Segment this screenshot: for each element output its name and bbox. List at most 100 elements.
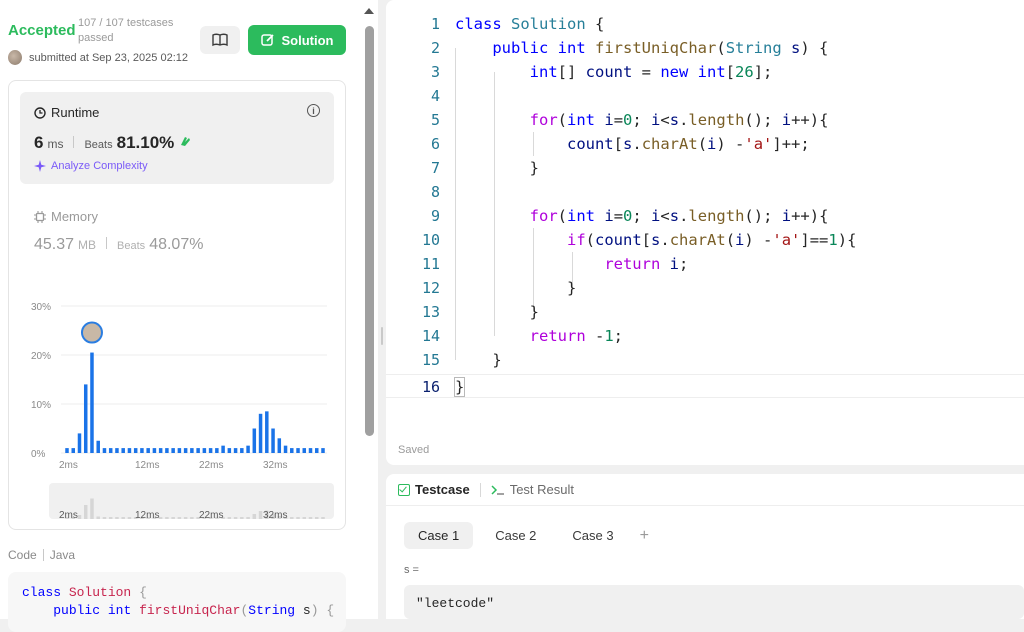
preview-kw: public <box>53 603 101 618</box>
chart-bar <box>83 384 88 453</box>
stats-card: Runtime i 6 ms Beats 81.10% Analyze Comp… <box>8 80 346 530</box>
code-label: Code Java <box>8 548 75 562</box>
code-line-current: 16} <box>386 374 1024 398</box>
chart-bar <box>177 448 182 453</box>
avatar[interactable] <box>8 50 22 65</box>
y-tick-label: 0% <box>31 449 46 460</box>
code-line: 15 } <box>421 351 502 369</box>
overview-bar <box>77 515 82 519</box>
overview-bar <box>190 517 194 519</box>
resize-grip[interactable] <box>381 327 383 345</box>
tab-test-result[interactable]: Test Result <box>491 482 574 497</box>
chart-bar <box>121 448 125 453</box>
edit-icon <box>260 34 274 46</box>
chart-bar <box>265 411 269 453</box>
tab-testcase[interactable]: Testcase <box>398 482 470 497</box>
chart-bar <box>252 428 257 453</box>
code-editor[interactable]: 1 class Solution { 2 public int firstUniq… <box>386 0 1024 420</box>
overview-bar <box>246 517 250 519</box>
chart-bar <box>65 448 69 453</box>
chart-bar <box>183 448 188 453</box>
test-panel: Testcase Test Result Case 1 Case 2 Case … <box>386 474 1024 619</box>
preview-brace: { <box>139 585 147 600</box>
submitted-time: submitted at Sep 23, 2025 02:12 <box>28 51 188 64</box>
overview-bar <box>115 517 119 519</box>
tab-test-result-label: Test Result <box>509 482 574 497</box>
overview-bar <box>290 517 294 519</box>
code-line: 13 } <box>421 303 539 321</box>
preview-class: Solution <box>68 585 132 600</box>
overview-bar <box>315 517 319 519</box>
chart-bar <box>277 438 282 453</box>
code-line: 7 } <box>430 159 539 177</box>
case-tab-3[interactable]: Case 3 <box>558 522 627 549</box>
chart-bar <box>133 448 138 453</box>
input-var-value[interactable]: "leetcode" <box>404 585 1024 619</box>
chart-bar <box>127 448 132 453</box>
chart-bar <box>246 445 250 453</box>
chart-bar <box>146 448 150 453</box>
code-line: 14 return -1; <box>421 327 624 345</box>
chart-bar <box>171 448 175 453</box>
code-line: 3 int[] count = new int[26]; <box>430 63 773 81</box>
chart-bar <box>102 448 107 453</box>
overview-bar <box>127 517 132 519</box>
x-tick-label: 12ms <box>135 460 159 471</box>
test-tabs: Testcase Test Result <box>386 474 1024 506</box>
case-tab-1[interactable]: Case 1 <box>404 522 474 549</box>
solution-button[interactable]: Solution <box>248 25 346 55</box>
code-line: 4 <box>430 87 440 105</box>
code-line: 12 } <box>421 279 577 297</box>
status-label: Accepted <box>8 22 76 39</box>
chart-bar <box>321 448 325 453</box>
code-line: 8 <box>430 183 440 201</box>
case-tabs: Case 1 Case 2 Case 3 + <box>404 522 649 549</box>
overview-bar <box>177 517 182 519</box>
editorial-button[interactable] <box>200 26 240 54</box>
testcases-passed: 107 / 107 testcases passed <box>78 17 174 44</box>
chart-bar <box>240 448 244 453</box>
overview-tick-label: 32ms <box>263 510 287 521</box>
case-tab-2[interactable]: Case 2 <box>481 522 550 549</box>
overview-bar <box>233 517 238 519</box>
overview-bar <box>108 517 113 519</box>
book-icon <box>212 33 228 47</box>
add-case-button[interactable]: + <box>640 527 649 545</box>
overview-bar <box>308 517 313 519</box>
chart-bar <box>108 448 113 453</box>
chart-bar <box>221 445 225 453</box>
x-tick-label: 2ms <box>59 460 78 471</box>
chart-bar <box>308 448 313 453</box>
save-status: Saved <box>398 444 430 456</box>
overview-bar <box>83 505 88 519</box>
code-line: 10 if(count[s.charAt(i) -'a']==1){ <box>421 231 857 249</box>
overview-bar <box>302 517 307 519</box>
preview-type: String <box>248 603 296 618</box>
chart-bar <box>152 448 157 453</box>
y-tick-label: 30% <box>31 302 51 313</box>
code-preview: class Solution { public int firstUniqCha… <box>8 572 346 632</box>
overview-bar <box>252 514 257 519</box>
overview-bar <box>321 517 325 519</box>
chart-bar <box>283 445 288 453</box>
x-tick-label: 32ms <box>263 460 287 471</box>
chart-bar <box>271 428 275 453</box>
code-line: 9 for(int i=0; i<s.length(); i++){ <box>430 207 829 225</box>
chart-bar <box>90 352 94 453</box>
code-title: Code <box>8 548 37 562</box>
y-tick-label: 10% <box>31 400 51 411</box>
chart-bar <box>115 448 119 453</box>
panel-resizer[interactable] <box>378 0 386 619</box>
divider <box>42 549 44 561</box>
chart-bar <box>315 448 319 453</box>
chart-bar <box>258 413 263 453</box>
runtime-distribution-chart[interactable]: 30% 20% 10% 0% 2ms 12ms 22ms 32ms 2ms 12ms 22ms 32m… <box>9 81 347 531</box>
overview-tick-label: 2ms <box>59 510 78 521</box>
scrollbar-thumb[interactable] <box>365 26 374 436</box>
code-line: 2 public int firstUniqChar(String s) { <box>430 39 829 57</box>
chart-bar <box>302 448 307 453</box>
scroll-up-arrow[interactable] <box>364 8 374 14</box>
chart-bar <box>165 448 169 453</box>
overview-bar <box>90 498 94 519</box>
overview-bar <box>102 517 107 519</box>
